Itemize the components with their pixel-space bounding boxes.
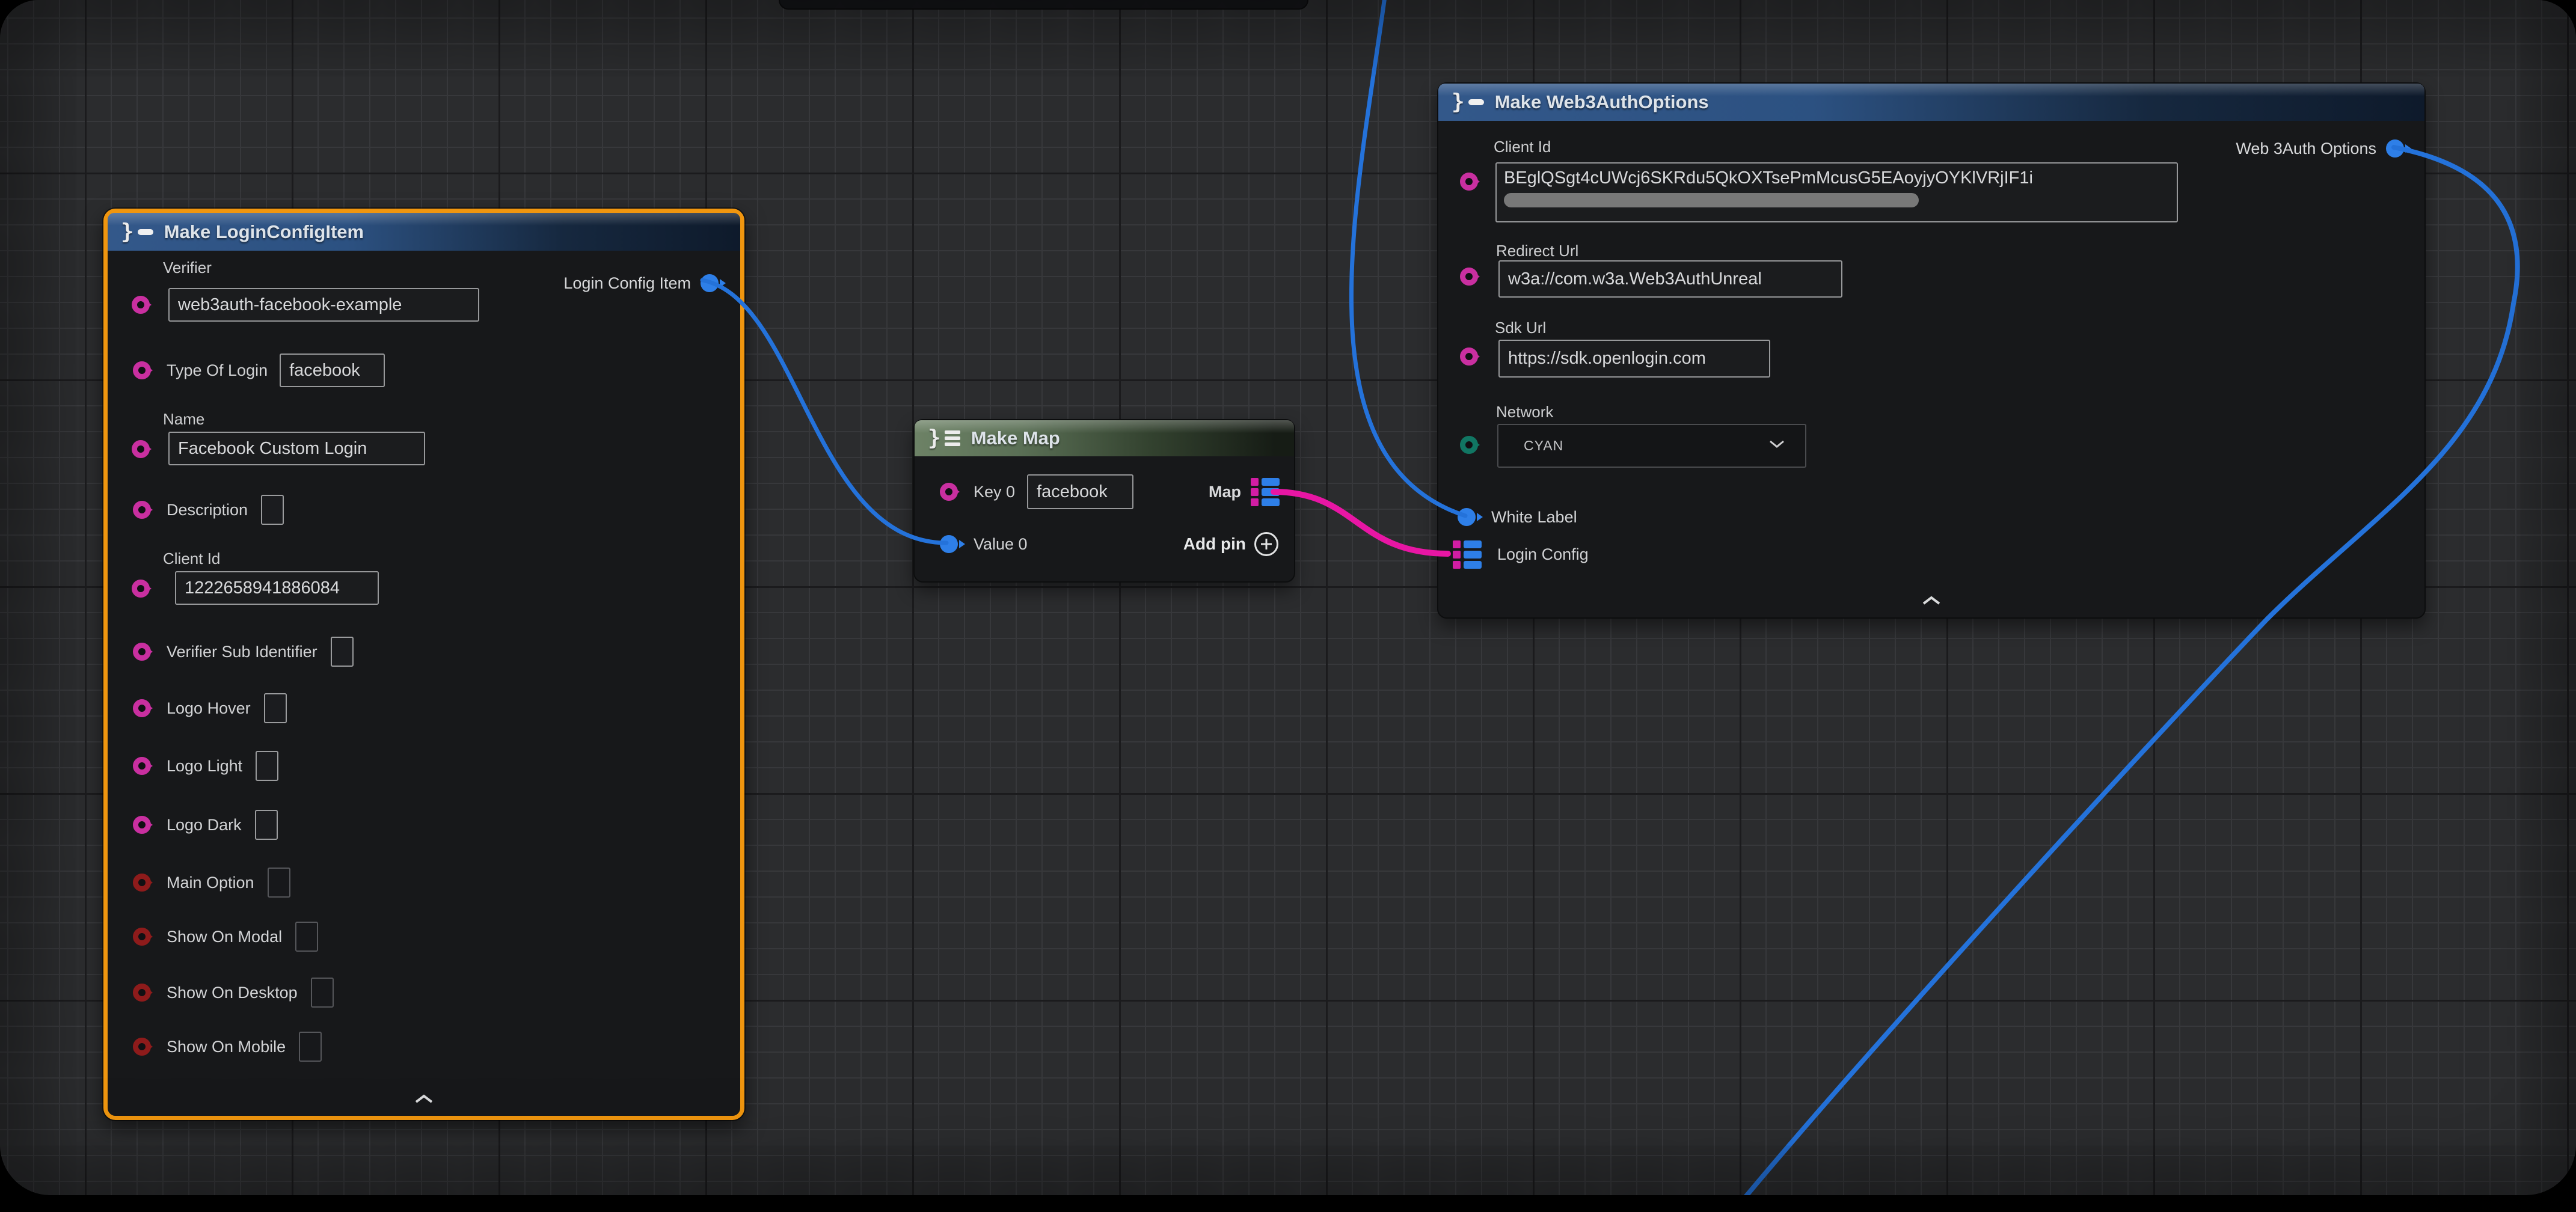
field-label-client-id: Client Id: [1494, 138, 1551, 156]
chevron-down-icon: [1769, 440, 1785, 451]
output-pin-web3auth-options[interactable]: [2386, 139, 2404, 158]
collapse-chevron-icon[interactable]: [414, 1094, 434, 1107]
row-logo-light: Logo Light: [108, 749, 278, 783]
verifier-sub-identifier-input[interactable]: [331, 637, 354, 667]
pin-key0[interactable]: [940, 483, 958, 501]
node-title: Make Web3AuthOptions: [1495, 91, 1709, 113]
logo-light-input[interactable]: [256, 751, 278, 781]
node-title: Make LoginConfigItem: [164, 221, 364, 243]
blueprint-graph-editor: } Make LoginConfigItem Login Config Item…: [0, 0, 2576, 1212]
field-label-network: Network: [1496, 403, 1553, 421]
horizontal-scrollbar[interactable]: [1504, 193, 1919, 207]
client-id-input[interactable]: 1222658941886084: [175, 571, 379, 605]
logo-dark-input[interactable]: [255, 810, 278, 840]
row-verifier-sub-identifier: Verifier Sub Identifier: [108, 635, 354, 669]
make-struct-icon: }: [1452, 91, 1484, 113]
show-on-modal-checkbox[interactable]: [295, 922, 318, 952]
pin-verifier-sub-identifier[interactable]: [133, 643, 151, 661]
row-main-option: Main Option: [108, 866, 290, 899]
pin-logo-hover[interactable]: [133, 699, 151, 717]
pin-show-on-modal[interactable]: [133, 928, 151, 946]
pin-main-option[interactable]: [133, 874, 151, 892]
pin-network[interactable]: [1460, 436, 1478, 454]
pin-redirect-url[interactable]: [1460, 268, 1478, 286]
add-pin-plus-icon[interactable]: [1254, 532, 1278, 556]
field-label-redirect-url: Redirect Url: [1496, 242, 1578, 260]
type-of-login-input[interactable]: facebook: [280, 354, 385, 387]
description-input[interactable]: [261, 495, 284, 525]
pin-type-of-login[interactable]: [133, 361, 151, 379]
pin-show-on-mobile[interactable]: [133, 1038, 151, 1056]
pin-sdk-url[interactable]: [1460, 347, 1478, 366]
network-dropdown[interactable]: CYAN: [1497, 424, 1806, 468]
pin-logo-dark[interactable]: [133, 816, 151, 834]
client-id-input[interactable]: BEglQSgt4cUWcj6SKRdu5QkOXTsePmMcusG5EAoy…: [1495, 162, 2178, 222]
make-struct-icon: }: [121, 221, 153, 243]
collapse-chevron-icon[interactable]: [1922, 595, 1941, 609]
node-make-loginconfigitem[interactable]: } Make LoginConfigItem Login Config Item…: [103, 209, 744, 1120]
node-header[interactable]: } Make Map: [915, 420, 1294, 456]
pin-client-id[interactable]: [1460, 173, 1478, 191]
row-logo-hover: Logo Hover: [108, 691, 287, 725]
pin-description[interactable]: [133, 501, 151, 519]
logo-hover-input[interactable]: [264, 693, 287, 723]
output-web3auth-options: Web 3Auth Options: [2236, 135, 2404, 162]
pin-name[interactable]: [132, 440, 150, 458]
sdk-url-input[interactable]: https://sdk.openlogin.com: [1498, 340, 1770, 378]
row-type-of-login: Type Of Login facebook: [108, 352, 385, 388]
output-pin-login-config-item[interactable]: [701, 274, 719, 292]
key0-input[interactable]: facebook: [1027, 474, 1133, 509]
field-label-client-id: Client Id: [163, 549, 220, 568]
output-login-config-item: Login Config Item: [563, 270, 719, 296]
row-logo-dark: Logo Dark: [108, 808, 278, 842]
graph-viewport[interactable]: } Make LoginConfigItem Login Config Item…: [0, 0, 2576, 1195]
row-description: Description: [108, 493, 284, 527]
row-show-on-desktop: Show On Desktop: [108, 976, 334, 1009]
node-make-map[interactable]: } Make Map Key 0 facebook Map: [913, 419, 1295, 583]
output-map: Map: [1209, 473, 1280, 510]
name-input[interactable]: Facebook Custom Login: [168, 432, 425, 465]
node-header[interactable]: } Make Web3AuthOptions: [1438, 84, 2424, 121]
row-value0: Value 0: [915, 527, 1028, 561]
pin-login-config-map-icon[interactable]: [1453, 540, 1482, 569]
main-option-checkbox[interactable]: [268, 868, 290, 898]
node-header[interactable]: } Make LoginConfigItem: [108, 213, 740, 251]
pin-client-id[interactable]: [132, 580, 150, 598]
row-white-label: White Label: [1438, 500, 1577, 534]
pin-logo-light[interactable]: [133, 757, 151, 775]
redirect-url-input[interactable]: w3a://com.w3a.Web3AuthUnreal: [1498, 260, 1842, 298]
node-make-web3authoptions[interactable]: } Make Web3AuthOptions Web 3Auth Options…: [1437, 82, 2426, 619]
node-title: Make Map: [971, 427, 1060, 449]
pin-show-on-desktop[interactable]: [133, 984, 151, 1002]
wire-map-to-login-config[interactable]: [1274, 492, 1448, 554]
row-login-config: Login Config: [1438, 537, 1589, 571]
pin-white-label[interactable]: [1458, 508, 1476, 526]
field-label-verifier: Verifier: [163, 259, 212, 277]
row-show-on-modal: Show On Modal: [108, 920, 318, 953]
add-pin-button[interactable]: Add pin: [1183, 532, 1278, 556]
field-label-sdk-url: Sdk Url: [1495, 319, 1546, 337]
pin-verifier[interactable]: [132, 296, 150, 314]
row-key0: Key 0 facebook: [915, 473, 1133, 510]
row-show-on-mobile: Show On Mobile: [108, 1030, 322, 1064]
map-pin-icon[interactable]: [1251, 478, 1280, 506]
offscreen-node-bottom[interactable]: [779, 0, 1308, 10]
show-on-mobile-checkbox[interactable]: [299, 1032, 322, 1062]
field-label-name: Name: [163, 410, 204, 429]
make-map-icon: }: [928, 427, 960, 449]
verifier-input[interactable]: web3auth-facebook-example: [168, 288, 479, 322]
pin-value0[interactable]: [940, 535, 958, 553]
show-on-desktop-checkbox[interactable]: [311, 978, 334, 1008]
